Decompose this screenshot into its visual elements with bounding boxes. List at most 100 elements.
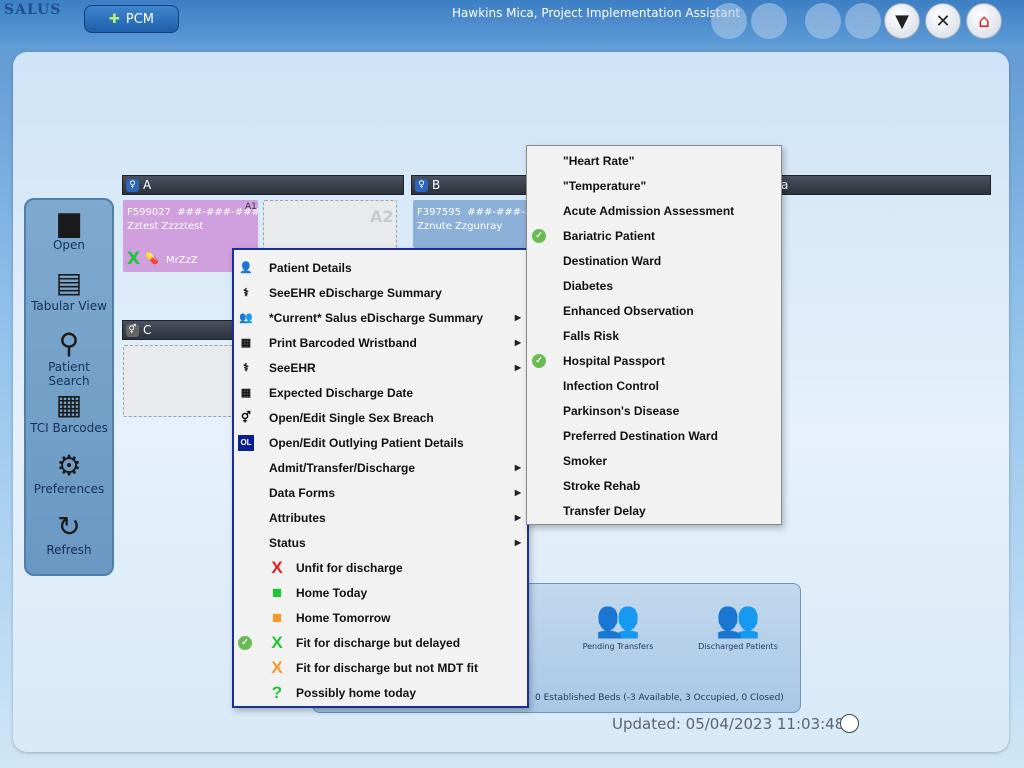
submenu-arrow-icon: ▶ [514,488,521,497]
refresh-icon: ↻ [57,510,81,543]
attribute-item[interactable]: Falls Risk [527,323,781,348]
attribute-label: Destination Ward [563,253,662,268]
submenu-arrow-icon: ▶ [514,513,521,522]
attribute-item[interactable]: Acute Admission Assessment [527,198,781,223]
person-icon: ♀ [415,178,428,192]
menu-item-admit-transfer-discharge[interactable]: Admit/Transfer/Discharge ▶ [234,455,527,480]
bed-c1[interactable] [123,345,235,417]
attribute-label: Acute Admission Assessment [563,203,735,218]
attribute-item[interactable]: Preferred Destination Ward [527,423,781,448]
menu-item-label: Open/Edit Single Sex Breach [269,410,434,425]
status-fit-not-mdt-fit[interactable]: X Fit for discharge but not MDT fit [234,655,527,680]
user-name: Hawkins Mica, Project Implementation Ass… [452,6,741,20]
menu-item-data-forms[interactable]: Data Forms ▶ [234,480,527,505]
bed-consultant: MrZzZ [166,255,198,266]
sidebar-item-refresh[interactable]: ↻ Refresh [26,510,112,558]
status-unfit-for-discharge[interactable]: X Unfit for discharge [234,555,527,580]
menu-item-attributes[interactable]: Attributes ▶ [234,505,527,530]
menu-item-current-salus-edischarge-summary[interactable]: 👥 *Current* Salus eDischarge Summary ▶ [234,305,527,330]
sidebar-item-label: Open [52,238,86,252]
back-arrow-icon[interactable]: ← [711,3,747,39]
home-icon[interactable]: ⌂ [966,3,1002,39]
attribute-item[interactable]: "Heart Rate" [527,148,781,173]
refresh-indicator-icon[interactable] [840,714,859,733]
exit-icon[interactable]: ⇲ [805,3,841,39]
status-possibly-home-today[interactable]: ? Possibly home today [234,680,527,705]
menu-item-seeehr[interactable]: ⚕ SeeEHR ▶ [234,355,527,380]
green-x-icon: X [271,632,283,652]
menu-item-label: Status [269,535,306,550]
discharged-patients-label: Discharged Patients [698,642,778,651]
attribute-item[interactable]: Smoker [527,448,781,473]
discharged-patients-button[interactable]: 👥 Discharged Patients [683,598,793,651]
fit-delayed-status-icon: X [127,249,141,269]
sidebar-item-label: TCI Barcodes [30,421,108,435]
submenu-arrow-icon: ▶ [514,538,521,547]
attribute-item[interactable]: Transfer Delay [527,498,781,523]
pcm-button[interactable]: ✚ PCM [84,5,179,33]
attribute-label: Parkinson's Disease [563,403,680,418]
menu-item-print-barcoded-wristband[interactable]: ▦ Print Barcoded Wristband ▶ [234,330,527,355]
attribute-label: Enhanced Observation [563,303,694,318]
sidebar-item-label: Patient Search [48,360,90,388]
menu-item-single-sex-breach[interactable]: ⚥ Open/Edit Single Sex Breach [234,405,527,430]
forward-arrow-icon[interactable]: → [751,3,787,39]
bed-patient-name: Zztest Zzzztest [127,221,204,232]
attribute-item[interactable]: Destination Ward [527,248,781,273]
attribute-item[interactable]: Enhanced Observation [527,298,781,323]
attribute-item[interactable]: Infection Control [527,373,781,398]
question-mark-icon: ? [271,682,283,702]
attribute-label: Transfer Delay [563,503,646,518]
sidebar-item-label: Tabular View [31,299,107,313]
status-home-today[interactable]: ■ Home Today [234,580,527,605]
menu-item-label: Data Forms [269,485,336,500]
status-label: Fit for discharge but delayed [296,635,461,650]
attribute-item[interactable]: Parkinson's Disease [527,398,781,423]
sidebar-item-preferences[interactable]: ⚙ Preferences [26,450,112,497]
bed-patient-name: Zznute Zzgunray [417,221,503,232]
bed-b1[interactable]: F397595 ###-###-#### Zznute Zzgunray [413,200,529,248]
filter-icon[interactable]: ▼ [884,3,920,39]
checkmark-icon: ✓ [532,353,546,368]
pending-transfers-button[interactable]: 👥 Pending Transfers [563,598,673,651]
bed-tag: A1 [245,202,257,212]
attribute-label: Preferred Destination Ward [563,428,718,443]
magnifier-icon: ⚲ [58,327,80,360]
top-bar: SALUS ✚ PCM Hawkins Mica, Project Implem… [0,0,1024,44]
attribute-item[interactable]: ✓ Bariatric Patient [527,223,781,248]
bay-header-a[interactable]: ♀ A [122,175,404,195]
attribute-label: Smoker [563,453,608,468]
menu-item-label: Print Barcoded Wristband [269,335,417,350]
sidebar-item-tabular-view[interactable]: ▤ Tabular View [26,267,112,314]
folder-icon: ▆ [58,205,80,238]
attribute-item[interactable]: Diabetes [527,273,781,298]
person-icon: ♀ [126,178,139,192]
attribute-item[interactable]: ✓ Hospital Passport [527,348,781,373]
bay-header-d[interactable]: a [780,175,991,195]
sidebar-item-patient-search[interactable]: ⚲ Patient Search [26,327,112,389]
status-fit-but-delayed[interactable]: ✓ X Fit for discharge but delayed [234,630,527,655]
attribute-label: Stroke Rehab [563,478,641,493]
sidebar-item-open[interactable]: ▆ Open [26,205,112,253]
attribute-item[interactable]: "Temperature" [527,173,781,198]
checkmark-icon: ✓ [238,635,252,650]
attribute-label: Falls Risk [563,328,620,343]
status-home-tomorrow[interactable]: ■ Home Tomorrow [234,605,527,630]
attributes-submenu: "Heart Rate" "Temperature" Acute Admission… [526,145,782,525]
attribute-item[interactable]: Stroke Rehab [527,473,781,498]
menu-item-label: *Current* Salus eDischarge Summary [269,310,484,325]
sidebar-item-tci-barcodes[interactable]: ▦ TCI Barcodes [26,389,112,436]
bay-header-b[interactable]: ♀ B [411,175,529,195]
menu-item-patient-details[interactable]: 👤 Patient Details [234,255,527,280]
status-label: Unfit for discharge [296,560,403,575]
calendar-icon: ▦ [240,387,252,399]
menu-item-status[interactable]: Status ▶ [234,530,527,555]
menu-item-seeehr-edischarge-summary[interactable]: ⚕ SeeEHR eDischarge Summary [234,280,527,305]
bay-header-c[interactable]: ⚥ C [122,320,234,340]
close-icon[interactable]: ✕ [925,3,961,39]
sidebar-item-label: Preferences [33,482,105,496]
menu-item-outlying-patient-details[interactable]: OL Open/Edit Outlying Patient Details [234,430,527,455]
green-square-icon: ■ [271,582,283,602]
swap-icon[interactable]: ⇆ [845,3,881,39]
menu-item-expected-discharge-date[interactable]: ▦ Expected Discharge Date [234,380,527,405]
